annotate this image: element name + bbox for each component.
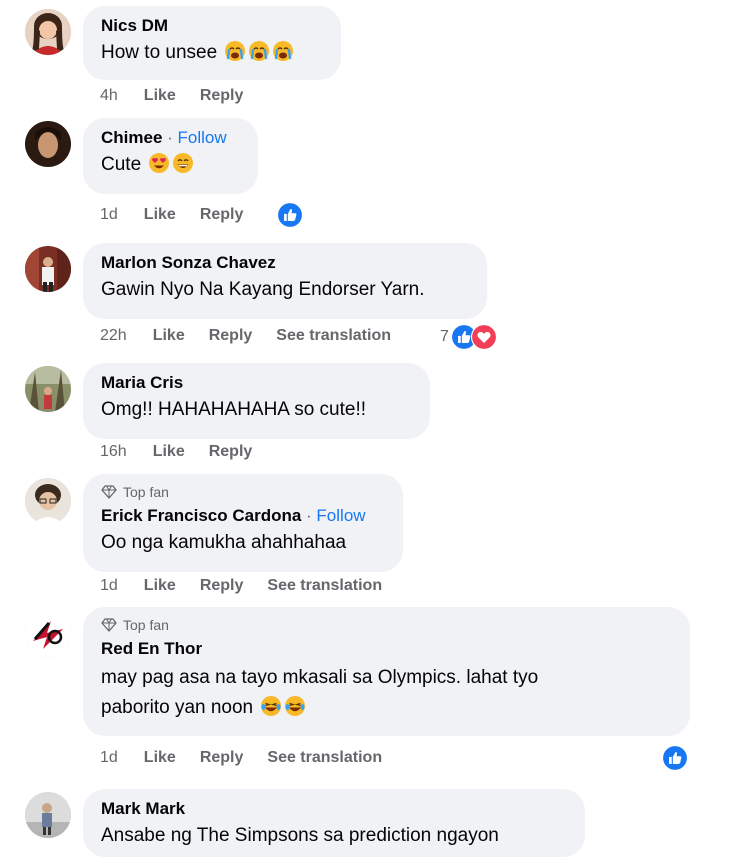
see-translation-link[interactable]: See translation	[267, 749, 382, 767]
comment-text: may pag asa na tayo mkasali sa Olympics.…	[101, 667, 539, 688]
comment-actions: 4h Like Reply	[100, 87, 267, 105]
comment-actions: 22h Like Reply See translation	[100, 327, 415, 345]
reply-button[interactable]: Reply	[209, 443, 253, 461]
like-reaction-icon	[277, 202, 303, 228]
comment-text: Ansabe ng The Simpsons sa prediction nga…	[101, 825, 499, 846]
like-button[interactable]: Like	[144, 87, 176, 105]
like-button[interactable]: Like	[144, 577, 176, 595]
see-translation-link[interactable]: See translation	[276, 327, 391, 345]
comment-text: How to unsee	[101, 42, 218, 63]
heart-eyes-icon	[148, 152, 170, 174]
comment-timestamp[interactable]: 1d	[100, 749, 118, 767]
comment-author[interactable]: Mark Mark	[101, 799, 185, 818]
comment-bubble: Top fan Red En Thor may pag asa na tayo …	[83, 607, 690, 736]
like-button[interactable]: Like	[153, 443, 185, 461]
diamond-icon	[101, 618, 117, 632]
comment-text: Oo nga kamukha ahahhahaa	[101, 532, 347, 553]
comment-author[interactable]: Erick Francisco Cardona	[101, 506, 301, 525]
separator-dot: ·	[162, 128, 178, 147]
separator-dot: ·	[301, 506, 317, 525]
reaction-count: 7	[440, 328, 449, 345]
comment-author[interactable]: Chimee	[101, 128, 162, 147]
crying-face-icon	[248, 40, 270, 62]
comment-actions: 16h Like Reply	[100, 443, 276, 461]
reply-button[interactable]: Reply	[200, 577, 244, 595]
reply-button[interactable]: Reply	[200, 206, 244, 224]
follow-link[interactable]: Follow	[178, 128, 227, 147]
comment-timestamp[interactable]: 1d	[100, 206, 118, 224]
like-button[interactable]: Like	[144, 749, 176, 767]
crying-face-icon	[272, 40, 294, 62]
comment-author[interactable]: Maria Cris	[101, 373, 183, 392]
comment-actions: 1d Like Reply See translation	[100, 577, 406, 595]
comment-timestamp[interactable]: 16h	[100, 443, 127, 461]
reaction-summary[interactable]: 7	[440, 324, 497, 350]
comment-actions: 1d Like Reply See translation	[100, 749, 406, 767]
avatar[interactable]	[25, 366, 71, 412]
see-translation-link[interactable]: See translation	[267, 577, 382, 595]
love-reaction-icon	[471, 324, 497, 350]
top-fan-badge: Top fan	[101, 483, 385, 501]
comment-text: Cute	[101, 154, 142, 175]
comment-author[interactable]: Nics DM	[101, 16, 168, 35]
comment-author[interactable]: Red En Thor	[101, 639, 202, 658]
like-reaction-icon	[662, 745, 688, 771]
avatar[interactable]	[25, 9, 71, 55]
avatar[interactable]	[25, 478, 71, 524]
comment-timestamp[interactable]: 1d	[100, 577, 118, 595]
avatar[interactable]	[25, 611, 71, 657]
comment-bubble: Nics DM How to unsee	[83, 6, 341, 80]
like-button[interactable]: Like	[153, 327, 185, 345]
reaction-summary[interactable]	[662, 745, 688, 771]
comment-author[interactable]: Marlon Sonza Chavez	[101, 253, 276, 272]
laughing-tears-icon	[284, 695, 306, 717]
top-fan-badge: Top fan	[101, 616, 672, 634]
reply-button[interactable]: Reply	[209, 327, 253, 345]
avatar[interactable]	[25, 121, 71, 167]
comment-timestamp[interactable]: 4h	[100, 87, 118, 105]
comment-bubble: Chimee · Follow Cute	[83, 118, 258, 194]
crying-face-icon	[224, 40, 246, 62]
grinning-face-icon	[172, 152, 194, 174]
reply-button[interactable]: Reply	[200, 749, 244, 767]
comment-actions: 1d Like Reply	[100, 206, 267, 224]
comment-text: Omg!! HAHAHAHAHA so cute!!	[101, 399, 367, 420]
follow-link[interactable]: Follow	[316, 506, 365, 525]
comment-bubble: Marlon Sonza Chavez Gawin Nyo Na Kayang …	[83, 243, 487, 319]
comment-text-line2: paborito yan noon	[101, 697, 254, 718]
comment-bubble: Top fan Erick Francisco Cardona · Follow…	[83, 474, 403, 572]
like-button[interactable]: Like	[144, 206, 176, 224]
comment-timestamp[interactable]: 22h	[100, 327, 127, 345]
comment-bubble: Mark Mark Ansabe ng The Simpsons sa pred…	[83, 789, 585, 857]
laughing-tears-icon	[260, 695, 282, 717]
comment-bubble: Maria Cris Omg!! HAHAHAHAHA so cute!!	[83, 363, 430, 439]
reply-button[interactable]: Reply	[200, 87, 244, 105]
comment-text: Gawin Nyo Na Kayang Endorser Yarn.	[101, 279, 425, 300]
avatar[interactable]	[25, 246, 71, 292]
reaction-summary[interactable]	[277, 202, 303, 228]
avatar[interactable]	[25, 792, 71, 838]
diamond-icon	[101, 485, 117, 499]
